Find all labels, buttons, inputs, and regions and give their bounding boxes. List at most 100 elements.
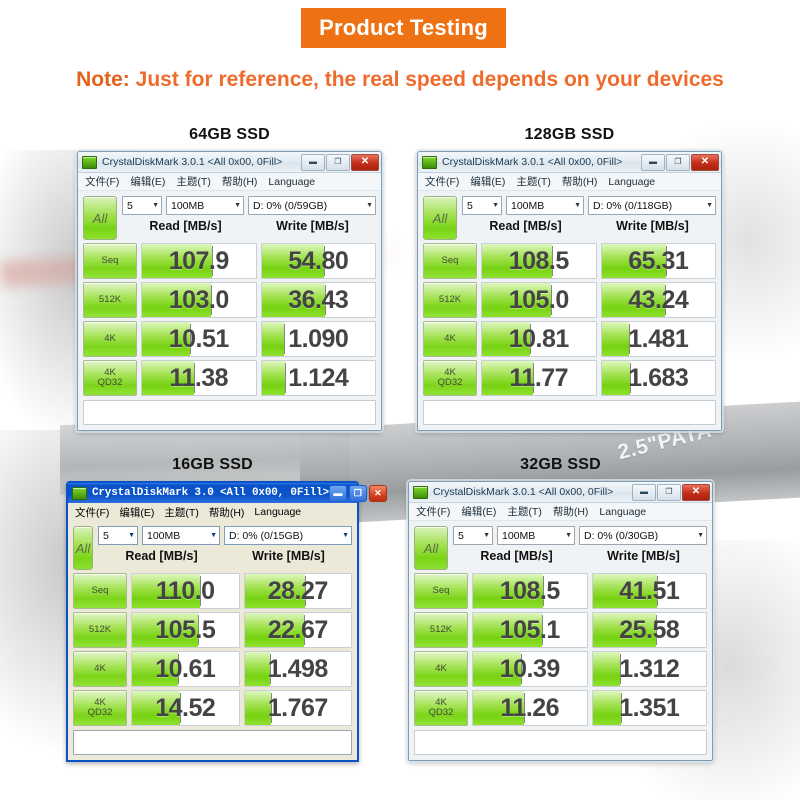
row-label-button[interactable]: Seq [414,573,468,609]
menu-item-0[interactable]: 文件(F) [75,505,109,520]
minimize-icon: ▬ [640,487,648,496]
window-body: All 5 ▼ 100MB ▼ D: 0% [409,521,712,760]
menu-item-4[interactable]: Language [268,176,315,188]
minimize-button[interactable]: ▬ [641,153,665,171]
run-count-select[interactable]: 5 ▼ [453,526,493,545]
menu-item-2[interactable]: 主题(T) [176,174,210,189]
menu-item-2[interactable]: 主题(T) [516,174,550,189]
run-count-select[interactable]: 5 ▼ [462,196,502,215]
test-size-select[interactable]: 100MB ▼ [506,196,584,215]
row-label-button[interactable]: 4K [414,651,468,687]
write-result-cell: 1.481 [600,321,716,357]
row-label-button[interactable]: 4K QD32 [423,360,477,396]
menu-item-4[interactable]: Language [599,506,646,518]
chevron-down-icon: ▼ [706,202,713,209]
menu-item-3[interactable]: 帮助(H) [209,505,245,520]
comment-box[interactable] [423,400,716,425]
row-label-top: 512K [98,294,122,306]
menu-item-0[interactable]: 文件(F) [85,174,119,189]
menu-item-3[interactable]: 帮助(H) [553,504,589,519]
maximize-button[interactable]: ❐ [666,153,690,171]
close-button[interactable]: ✕ [368,484,387,502]
drive-select[interactable]: D: 0% (0/118GB) ▼ [588,196,716,215]
chevron-down-icon: ▼ [342,532,349,539]
row-label-button[interactable]: 4K QD32 [414,690,468,726]
row-label-button[interactable]: 512K [83,282,137,318]
window-titlebar[interactable]: CrystalDiskMark 3.0 <All 0x00, 0Fill> ▬ … [68,483,387,503]
row-label-button[interactable]: Seq [423,243,477,279]
close-button[interactable]: ✕ [691,153,719,171]
minimize-button[interactable]: ▬ [328,484,347,502]
maximize-button[interactable]: ❐ [348,484,367,502]
all-button[interactable]: All [83,196,117,240]
test-size-select[interactable]: 100MB ▼ [142,526,220,545]
row-label-button[interactable]: 4K [423,321,477,357]
read-value: 107.9 [168,246,230,275]
drive-select[interactable]: D: 0% (0/30GB) ▼ [579,526,707,545]
write-progress-fill [592,691,621,725]
write-result-cell: 1.124 [260,360,376,396]
menu-item-1[interactable]: 编辑(E) [119,505,154,520]
run-count-select[interactable]: 5 ▼ [98,526,138,545]
all-button[interactable]: All [73,526,93,570]
window-titlebar[interactable]: CrystalDiskMark 3.0.1 <All 0x00, 0Fill> … [409,482,712,503]
comment-box[interactable] [73,730,352,755]
row-label-button[interactable]: 4K QD32 [73,690,127,726]
menu-item-3[interactable]: 帮助(H) [222,174,258,189]
write-value: 1.124 [288,363,349,392]
all-button[interactable]: All [414,526,448,570]
menu-item-2[interactable]: 主题(T) [164,505,198,520]
menu-item-3[interactable]: 帮助(H) [562,174,598,189]
read-result-cell: 108.5 [481,243,597,279]
write-result-cell: 1.312 [591,651,707,687]
row-label-button[interactable]: Seq [83,243,137,279]
read-value: 10.81 [508,324,570,353]
window-titlebar[interactable]: CrystalDiskMark 3.0.1 <All 0x00, 0Fill> … [78,152,381,173]
menu-item-1[interactable]: 编辑(E) [461,504,496,519]
maximize-button[interactable]: ❐ [657,483,681,501]
row-label-top: 512K [88,624,112,636]
row-label-button[interactable]: 4K [73,651,127,687]
write-progress-fill [601,322,629,356]
row-label-button[interactable]: 512K [414,612,468,648]
row-label-button[interactable]: 512K [73,612,127,648]
row-label-button[interactable]: Seq [73,573,127,609]
result-row: 4K 10.61 1.498 [73,651,352,687]
test-size-select[interactable]: 100MB ▼ [166,196,244,215]
read-value: 103.0 [168,285,230,314]
test-size-select[interactable]: 100MB ▼ [497,526,575,545]
row-label-button[interactable]: 4K QD32 [83,360,137,396]
close-button[interactable]: ✕ [682,483,710,501]
benchmark-panel: 16GB SSD CrystalDiskMark 3.0 <All 0x00, … [66,456,387,762]
row-label-button[interactable]: 512K [423,282,477,318]
toolbar-row: All 5 ▼ 100MB ▼ D: 0% [73,526,352,570]
results-grid: Seq 110.0 28.27 512K 105.5 22.67 4K 10.6… [73,573,352,726]
run-count-select[interactable]: 5 ▼ [122,196,162,215]
write-progress-fill [261,361,286,395]
write-column-header: Write [MB/s] [252,549,325,563]
minimize-button[interactable]: ▬ [301,153,325,171]
column-headers: Read [MB/s] Write [MB/s] [462,219,716,233]
row-label-button[interactable]: 4K [83,321,137,357]
minimize-button[interactable]: ▬ [632,483,656,501]
comment-box[interactable] [414,730,707,755]
close-button[interactable]: ✕ [351,153,379,171]
drive-select[interactable]: D: 0% (0/15GB) ▼ [224,526,352,545]
maximize-button[interactable]: ❐ [326,153,350,171]
all-button[interactable]: All [423,196,457,240]
menu-item-1[interactable]: 编辑(E) [470,174,505,189]
menu-item-4[interactable]: Language [254,506,301,518]
close-icon: ✕ [374,487,382,498]
chevron-down-icon: ▼ [128,532,135,539]
comment-box[interactable] [83,400,376,425]
menu-item-4[interactable]: Language [608,176,655,188]
window-titlebar[interactable]: CrystalDiskMark 3.0.1 <All 0x00, 0Fill> … [418,152,721,173]
toolbar-row: All 5 ▼ 100MB ▼ D: 0% [414,526,707,570]
menu-item-0[interactable]: 文件(F) [425,174,459,189]
read-result-cell: 108.5 [472,573,588,609]
menu-item-2[interactable]: 主题(T) [507,504,541,519]
drive-value: D: 0% (0/15GB) [229,529,304,542]
drive-select[interactable]: D: 0% (0/59GB) ▼ [248,196,376,215]
menu-item-1[interactable]: 编辑(E) [130,174,165,189]
menu-item-0[interactable]: 文件(F) [416,504,450,519]
